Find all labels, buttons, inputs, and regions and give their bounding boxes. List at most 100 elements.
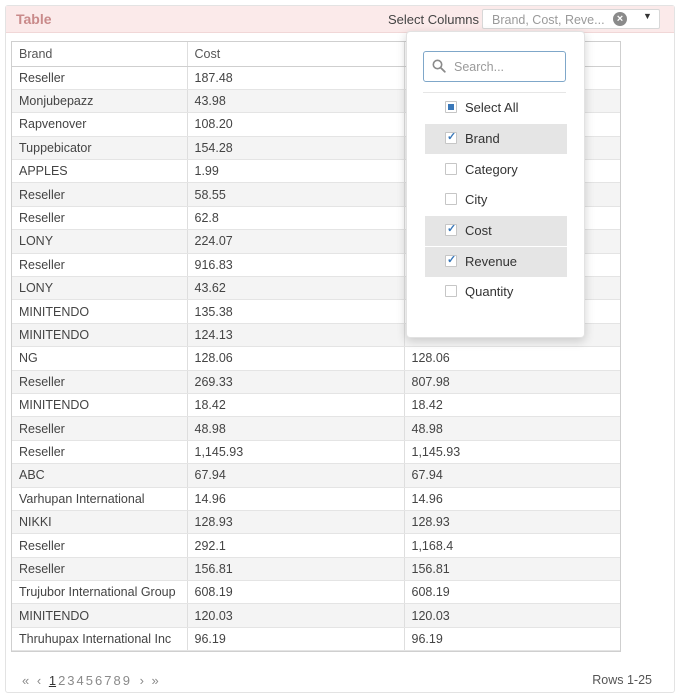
- table-cell: Reseller: [12, 557, 188, 582]
- table-cell: Monjubepazz: [12, 89, 188, 114]
- table-cell: MINITENDO: [12, 323, 188, 348]
- next-page-button[interactable]: ›: [140, 673, 144, 688]
- first-page-button[interactable]: «: [22, 673, 29, 688]
- table-cell: Reseller: [12, 440, 188, 465]
- checkbox[interactable]: ✓: [445, 223, 457, 236]
- table-cell: 269.33: [187, 370, 405, 394]
- table-cell: MINITENDO: [12, 299, 188, 324]
- search-input[interactable]: [454, 58, 558, 76]
- table-row[interactable]: ABC 67.94 67.94: [12, 463, 620, 488]
- table-cell: APPLES: [12, 159, 188, 184]
- table-cell: 128.06: [187, 346, 405, 371]
- table-cell: LONY: [12, 276, 188, 301]
- table-cell: 120.03: [187, 603, 405, 628]
- table-cell: 18.42: [404, 393, 620, 418]
- table-cell: NG: [12, 346, 188, 371]
- option-revenue[interactable]: ✓ Revenue: [425, 247, 567, 277]
- table-cell: 1.99: [187, 159, 405, 184]
- table-row[interactable]: Varhupan International 14.96 14.96: [12, 487, 620, 511]
- table-cell: 14.96: [187, 487, 405, 511]
- table-cell: 18.42: [187, 393, 405, 418]
- page-number-button[interactable]: 5: [86, 673, 93, 688]
- page-number-button[interactable]: 7: [104, 673, 111, 688]
- option-city[interactable]: City: [425, 185, 567, 215]
- table-row[interactable]: Trujubor International Group 608.19 608.19: [12, 580, 620, 605]
- page-number-button[interactable]: 1: [49, 673, 56, 688]
- option-quantity[interactable]: Quantity: [425, 277, 567, 307]
- table-cell: 154.28: [187, 136, 405, 161]
- table-row[interactable]: Reseller 156.81 156.81: [12, 557, 620, 582]
- page-number-button[interactable]: 8: [113, 673, 120, 688]
- table-cell: Reseller: [12, 206, 188, 231]
- option-label: Brand: [465, 131, 500, 146]
- checkbox[interactable]: [445, 193, 457, 205]
- table-cell: 48.98: [187, 416, 405, 441]
- prev-page-button[interactable]: ‹: [37, 673, 41, 688]
- table-row[interactable]: NIKKI 128.93 128.93: [12, 510, 620, 535]
- page-numbers: 123456789: [49, 673, 132, 688]
- table-cell: Reseller: [12, 370, 188, 394]
- table-cell: 43.98: [187, 89, 405, 114]
- table-cell: 96.19: [404, 627, 620, 652]
- table-cell: Tuppebicator: [12, 136, 188, 161]
- table-cell: 43.62: [187, 276, 405, 301]
- page-number-button[interactable]: 3: [67, 673, 74, 688]
- table-cell: 608.19: [187, 580, 405, 605]
- table-cell: 1,168.4: [404, 533, 620, 558]
- table-cell: 807.98: [404, 370, 620, 394]
- last-page-button[interactable]: »: [152, 673, 159, 688]
- option-select-all[interactable]: Select All: [425, 93, 567, 123]
- select-all-label: Select All: [465, 100, 519, 115]
- option-label: Revenue: [465, 254, 518, 269]
- page-number-button[interactable]: 6: [95, 673, 102, 688]
- checkmark-icon: ✓: [447, 223, 457, 235]
- table-row[interactable]: Reseller 48.98 48.98: [12, 416, 620, 441]
- table-cell: 608.19: [404, 580, 620, 605]
- table-cell: 1,145.93: [404, 440, 620, 465]
- option-cost[interactable]: ✓ Cost: [425, 216, 567, 246]
- option-label: City: [465, 192, 488, 207]
- table-cell: LONY: [12, 229, 188, 254]
- table-row[interactable]: Reseller 292.1 1,168.4: [12, 533, 620, 558]
- option-brand[interactable]: ✓ Brand: [425, 124, 567, 154]
- option-category[interactable]: Category: [425, 155, 567, 185]
- checkbox[interactable]: [445, 285, 457, 297]
- search-box: [423, 51, 566, 82]
- table-row[interactable]: Reseller 269.33 807.98: [12, 370, 620, 394]
- checkmark-icon: ✓: [447, 131, 457, 143]
- checkbox[interactable]: ✓: [445, 131, 457, 144]
- table-row[interactable]: NG 128.06 128.06: [12, 346, 620, 371]
- table-cell: NIKKI: [12, 510, 188, 535]
- table-row[interactable]: MINITENDO 120.03 120.03: [12, 603, 620, 628]
- table-cell: 67.94: [404, 463, 620, 488]
- table-cell: 156.81: [187, 557, 405, 582]
- caret-down-icon[interactable]: ▼: [643, 11, 652, 21]
- select-all-checkbox[interactable]: [445, 101, 457, 113]
- select-columns-dropdown[interactable]: Brand, Cost, Reve... × ▼: [482, 9, 660, 29]
- table-cell: Rapvenover: [12, 112, 188, 137]
- table-cell: Reseller: [12, 416, 188, 441]
- selected-columns-value: Brand, Cost, Reve...: [492, 13, 605, 27]
- clear-icon[interactable]: ×: [613, 12, 627, 26]
- table-cell: 62.8: [187, 206, 405, 231]
- page-number-button[interactable]: 4: [77, 673, 84, 688]
- table-row[interactable]: MINITENDO 18.42 18.42: [12, 393, 620, 418]
- checkbox[interactable]: ✓: [445, 254, 457, 267]
- column-header[interactable]: Cost: [187, 42, 405, 67]
- checkbox[interactable]: [445, 163, 457, 175]
- page-number-button[interactable]: 9: [123, 673, 130, 688]
- table-cell: 187.48: [187, 66, 405, 90]
- table-row[interactable]: Thruhupax International Inc 96.19 96.19: [12, 627, 620, 652]
- page-number-button[interactable]: 2: [58, 673, 65, 688]
- table-cell: 58.55: [187, 182, 405, 207]
- table-cell: 14.96: [404, 487, 620, 511]
- table-row[interactable]: Reseller 1,145.93 1,145.93: [12, 440, 620, 465]
- table-cell: 120.03: [404, 603, 620, 628]
- table-cell: 1,145.93: [187, 440, 405, 465]
- table-cell: Reseller: [12, 66, 188, 90]
- table-cell: Reseller: [12, 182, 188, 207]
- table-cell: Thruhupax International Inc: [12, 627, 188, 652]
- panel-header: Table Select Columns Brand, Cost, Reve..…: [6, 6, 674, 33]
- table-cell: 48.98: [404, 416, 620, 441]
- column-header[interactable]: Brand: [12, 42, 188, 67]
